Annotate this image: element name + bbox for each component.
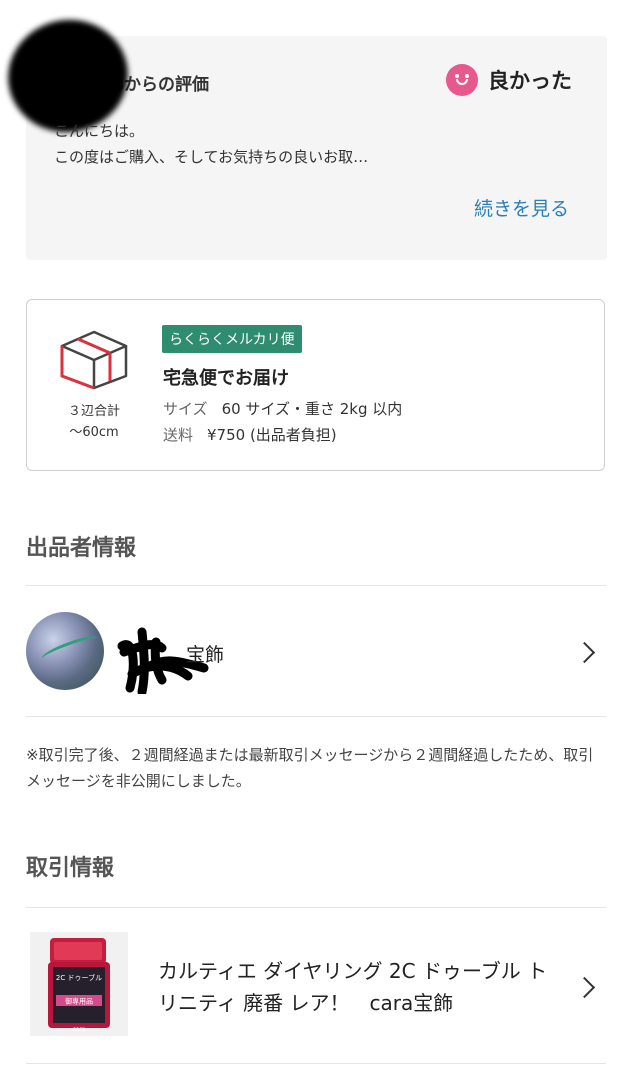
seller-section-title: 出品者情報: [26, 536, 137, 561]
divider: [26, 585, 606, 586]
seller-name[interactable]: 宝飾: [186, 640, 224, 667]
size-value: 60 サイズ・重さ 2kg 以内: [221, 400, 403, 418]
review-body-line: こんにちは。: [54, 122, 145, 140]
chevron-right-icon[interactable]: [573, 976, 596, 999]
ring-box-image: 2C ドゥーブル 御専用品 cara: [48, 938, 110, 1033]
fee-value: ¥750 (出品者負担): [207, 426, 337, 444]
divider: [26, 1063, 606, 1064]
box-size-caption: ３辺合計 ～60cm: [58, 401, 130, 443]
product-thumbnail[interactable]: 2C ドゥーブル 御専用品 cara: [30, 932, 128, 1036]
chevron-right-icon[interactable]: [573, 641, 596, 664]
size-label: サイズ: [163, 400, 208, 418]
shipping-size: サイズ 60 サイズ・重さ 2kg 以内: [163, 398, 402, 419]
avatar[interactable]: [26, 612, 104, 690]
thumb-text: 2C ドゥーブル: [56, 973, 102, 982]
read-more-link[interactable]: 続きを見る: [474, 194, 569, 221]
review-body: こんにちは。 この度はご購入、そしてお気持ちの良いお取…: [54, 118, 368, 170]
transaction-section-title: 取引情報: [26, 856, 115, 881]
divider: [26, 716, 606, 717]
rating-label: 良かった: [488, 69, 572, 93]
product-title[interactable]: カルティエ ダイヤリング 2C ドゥーブル トリニティ 廃番 レア！ cara宝…: [158, 955, 558, 1019]
review-body-line: この度はご購入、そしてお気持ちの良いお取…: [54, 148, 369, 166]
box-size-caption-line: ～60cm: [69, 425, 119, 440]
shipping-badge: らくらくメルカリ便: [162, 325, 302, 353]
message-notice: ※取引完了後、２週間経過または最新取引メッセージから２週間経過したため、取引メッ…: [26, 746, 594, 790]
rating: 良かった: [446, 64, 572, 96]
shipping-fee: 送料 ¥750 (出品者負担): [163, 424, 337, 445]
box-size-caption-line: ３辺合計: [67, 404, 120, 419]
shipping-method: 宅急便でお届け: [163, 368, 289, 389]
package-box-icon: [60, 330, 128, 390]
thumb-tag: 御専用品: [65, 997, 93, 1006]
divider: [26, 907, 606, 908]
fee-label: 送料: [163, 426, 194, 444]
smile-icon: [446, 64, 478, 96]
thumb-brand: cara: [72, 1026, 85, 1033]
